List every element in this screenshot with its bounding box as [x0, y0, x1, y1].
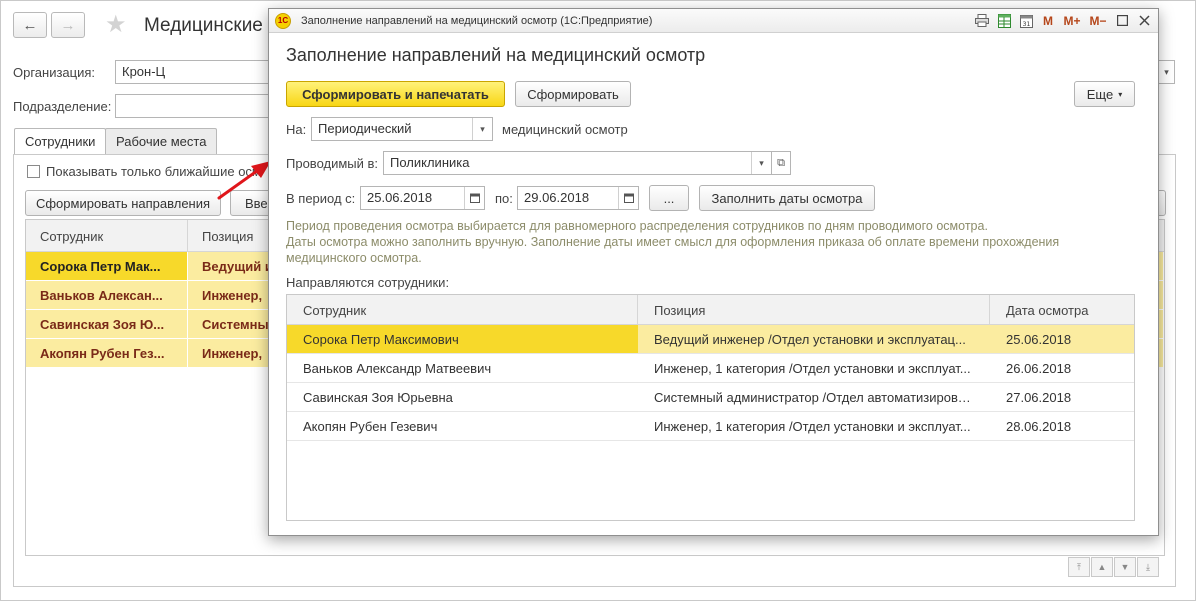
fill-exam-dates-button[interactable]: Заполнить даты осмотра	[699, 185, 875, 211]
period-hint: Период проведения осмотра выбирается для…	[286, 218, 1136, 266]
organization-label: Организация:	[13, 65, 96, 80]
more-button-label: Еще	[1086, 86, 1114, 102]
calendar-icon[interactable]: 31	[1016, 11, 1036, 30]
position-cell: Инженер, 1 категория /Отдел установки и …	[654, 361, 971, 376]
exam-type-select[interactable]: Периодический ▾	[311, 117, 493, 141]
position-cell: Системный администратор /Отдел автоматиз…	[654, 390, 976, 405]
dialog-title: Заполнение направлений на медицинский ос…	[286, 45, 706, 65]
table-row[interactable]: Савинская Зоя Юрьевна Системный админист…	[287, 383, 1134, 412]
table-row[interactable]: Ваньков Александр Матвеевич Инженер, 1 к…	[287, 354, 1134, 383]
calendar-icon[interactable]	[464, 187, 484, 209]
date-from-input[interactable]: 25.06.2018	[360, 186, 485, 210]
memory-minus-icon[interactable]: M−	[1086, 11, 1110, 30]
print-icon[interactable]	[972, 11, 992, 30]
table-scroll-controls: ⤒ ▲ ▼ ⤓	[1068, 557, 1159, 577]
hint-line-1: Период проведения осмотра выбирается для…	[286, 219, 988, 233]
scroll-top-icon[interactable]: ⤒	[1068, 557, 1090, 577]
scroll-down-icon[interactable]: ▼	[1114, 557, 1136, 577]
hint-line-2: Даты осмотра можно заполнить вручную. За…	[286, 235, 1060, 249]
exam-type-suffix: медицинский осмотр	[502, 122, 628, 137]
exam-type-label: На:	[286, 122, 307, 137]
page-title: Медицинские	[144, 15, 263, 36]
form-and-print-button[interactable]: Сформировать и напечатать	[286, 81, 505, 107]
exam-date-cell: 26.06.2018	[1006, 361, 1072, 376]
table-row[interactable]: Сорока Петр Максимович Ведущий инженер /…	[287, 325, 1134, 354]
employee-cell: Акопян Рубен Гезевич	[303, 419, 438, 434]
tab-employees[interactable]: Сотрудники	[14, 128, 107, 155]
clinic-label: Проводимый в:	[286, 156, 379, 171]
date-from-value: 25.06.2018	[367, 190, 433, 205]
exam-type-value: Периодический	[318, 121, 412, 136]
back-button[interactable]: ←	[13, 12, 47, 38]
fill-directions-dialog: 1С Заполнение направлений на медицинский…	[268, 8, 1159, 536]
select-period-button[interactable]: ...	[649, 185, 689, 211]
position-cell: Ведущий инженер /Отдел установки и экспл…	[638, 325, 990, 353]
window-title: Заполнение направлений на медицинский ос…	[301, 14, 653, 27]
star-icon[interactable]: ★	[105, 13, 127, 37]
maximize-icon[interactable]	[1112, 11, 1132, 30]
red-arrow-annotation	[217, 161, 271, 200]
chevron-down-icon: ▾	[1164, 66, 1169, 77]
form-button[interactable]: Сформировать	[515, 81, 631, 107]
tab-workplaces[interactable]: Рабочие места	[105, 128, 218, 154]
memory-plus-icon[interactable]: M+	[1060, 11, 1084, 30]
nearest-only-checkbox[interactable]	[27, 165, 40, 178]
chevron-down-icon[interactable]: ▾	[751, 152, 771, 174]
position-cell: Инженер, 1 категория /Отдел установки и …	[654, 419, 971, 434]
employee-cell: Ваньков Алексан...	[26, 281, 188, 309]
chevron-down-icon: ▾	[1118, 89, 1123, 99]
memory-m-icon[interactable]: M	[1038, 11, 1058, 30]
employees-label: Направляются сотрудники:	[286, 275, 450, 290]
employee-cell: Савинская Зоя Юрьевна	[303, 390, 453, 405]
column-header-employee[interactable]: Сотрудник	[26, 220, 188, 251]
spreadsheet-icon[interactable]	[994, 11, 1014, 30]
employees-table: Сотрудник Позиция Дата осмотра Сорока Пе…	[286, 294, 1135, 521]
generate-directions-button[interactable]: Сформировать направления	[25, 190, 221, 216]
arrow-right-icon: →	[60, 16, 76, 34]
organization-field[interactable]: Крон-Ц	[115, 60, 275, 84]
chevron-down-icon[interactable]: ▾	[472, 118, 492, 140]
employee-cell: Савинская Зоя Ю...	[26, 310, 188, 338]
clinic-value: Поликлиника	[390, 155, 470, 170]
svg-text:31: 31	[1022, 21, 1030, 28]
exam-date-cell: 28.06.2018	[1006, 419, 1072, 434]
employee-cell: Сорока Петр Максимович	[287, 325, 638, 353]
employee-cell: Ваньков Александр Матвеевич	[303, 361, 492, 376]
arrow-left-icon: ←	[22, 16, 38, 34]
column-header-position[interactable]: Позиция	[638, 295, 990, 324]
dialog-titlebar: 1С Заполнение направлений на медицинский…	[269, 9, 1158, 33]
clinic-select[interactable]: Поликлиника ▾	[383, 151, 772, 175]
scroll-bottom-icon[interactable]: ⤓	[1137, 557, 1159, 577]
employee-cell: Сорока Петр Мак...	[26, 252, 188, 280]
calendar-icon[interactable]	[618, 187, 638, 209]
column-header-employee[interactable]: Сотрудник	[287, 295, 638, 324]
hint-line-3: медицинского осмотра.	[286, 251, 422, 265]
employee-cell: Акопян Рубен Гез...	[26, 339, 188, 367]
exam-date-cell: 25.06.2018	[990, 325, 1134, 353]
open-clinic-icon[interactable]: ⧉	[771, 151, 791, 175]
titlebar-toolbar: 31 M M+ M−	[972, 11, 1154, 30]
forward-button[interactable]: →	[51, 12, 85, 38]
department-label: Подразделение:	[13, 99, 112, 114]
1c-logo-icon: 1С	[275, 12, 291, 29]
close-icon[interactable]	[1134, 11, 1154, 30]
period-to-label: по:	[495, 191, 513, 206]
table-row[interactable]: Акопян Рубен Гезевич Инженер, 1 категори…	[287, 412, 1134, 441]
department-field[interactable]	[115, 94, 275, 118]
organization-dropdown[interactable]: ▾	[1159, 60, 1175, 84]
date-to-input[interactable]: 29.06.2018	[517, 186, 639, 210]
date-to-value: 29.06.2018	[524, 190, 590, 205]
more-button[interactable]: Еще ▾	[1074, 81, 1135, 107]
column-header-exam-date[interactable]: Дата осмотра	[990, 295, 1134, 324]
period-from-label: В период с:	[286, 191, 356, 206]
table-header: Сотрудник Позиция Дата осмотра	[287, 295, 1134, 325]
scroll-up-icon[interactable]: ▲	[1091, 557, 1113, 577]
exam-date-cell: 27.06.2018	[1006, 390, 1072, 405]
